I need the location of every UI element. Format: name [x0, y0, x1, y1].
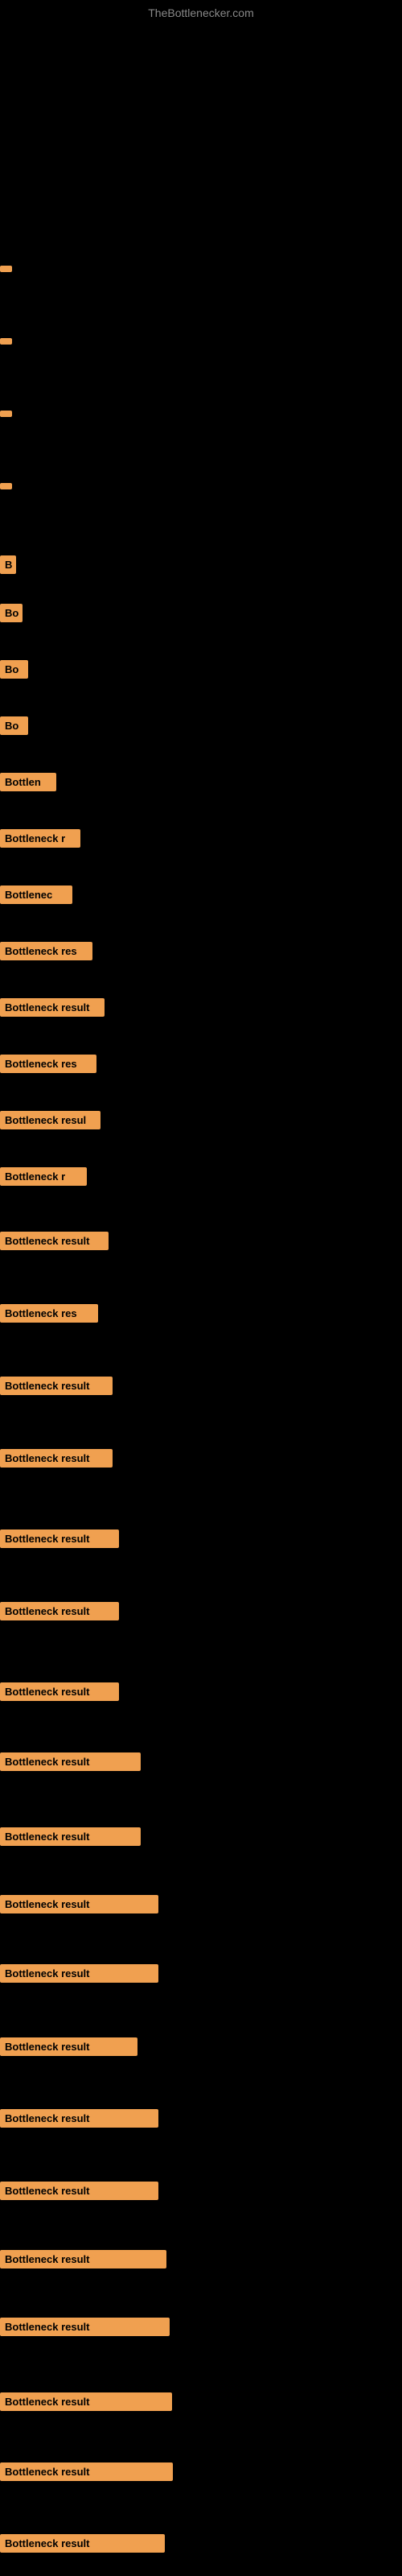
bottleneck-result-item: Bottlen [0, 773, 56, 791]
site-title: TheBottlenecker.com [0, 0, 402, 23]
bottleneck-result-item: Bottleneck result [0, 2462, 173, 2481]
bottleneck-result-item: Bottleneck result [0, 1377, 113, 1395]
bottleneck-result-item: Bottleneck result [0, 998, 105, 1017]
bottleneck-result-item: Bottleneck result [0, 2109, 158, 2128]
bottleneck-result-item [0, 483, 12, 489]
bottleneck-result-item: Bottleneck result [0, 2037, 137, 2056]
bottleneck-result-item: Bottleneck res [0, 942, 92, 960]
bottleneck-result-item: Bottleneck result [0, 2182, 158, 2200]
bottleneck-result-item: Bottleneck result [0, 1232, 109, 1250]
bottleneck-result-item: B [0, 555, 16, 574]
bottleneck-result-item [0, 266, 12, 272]
bottleneck-result-item: Bottleneck result [0, 1682, 119, 1701]
bottleneck-result-item: Bo [0, 660, 28, 679]
bottleneck-result-item: Bo [0, 604, 23, 622]
bottleneck-result-item: Bottleneck result [0, 1895, 158, 1913]
bottleneck-result-item: Bottleneck res [0, 1304, 98, 1323]
bottleneck-result-item: Bottleneck result [0, 1752, 141, 1771]
bottleneck-result-item: Bo [0, 716, 28, 735]
bottleneck-result-item: Bottleneck res [0, 1055, 96, 1073]
bottleneck-result-item: Bottleneck result [0, 2392, 172, 2411]
bottleneck-result-item: Bottleneck result [0, 1964, 158, 1983]
bottleneck-result-item: Bottleneck result [0, 2534, 165, 2553]
bottleneck-result-item [0, 411, 12, 417]
bottleneck-result-item: Bottleneck result [0, 1602, 119, 1620]
bottleneck-result-item: Bottlenec [0, 886, 72, 904]
bottleneck-result-item: Bottleneck result [0, 2318, 170, 2336]
bottleneck-result-item: Bottleneck result [0, 2250, 166, 2268]
bottleneck-result-item: Bottleneck result [0, 1530, 119, 1548]
bottleneck-result-item: Bottleneck result [0, 1449, 113, 1468]
bottleneck-result-item: Bottleneck result [0, 1827, 141, 1846]
bottleneck-result-item: Bottleneck r [0, 829, 80, 848]
bottleneck-result-item: Bottleneck r [0, 1167, 87, 1186]
bottleneck-result-item: Bottleneck resul [0, 1111, 100, 1129]
bottleneck-result-item [0, 338, 12, 345]
